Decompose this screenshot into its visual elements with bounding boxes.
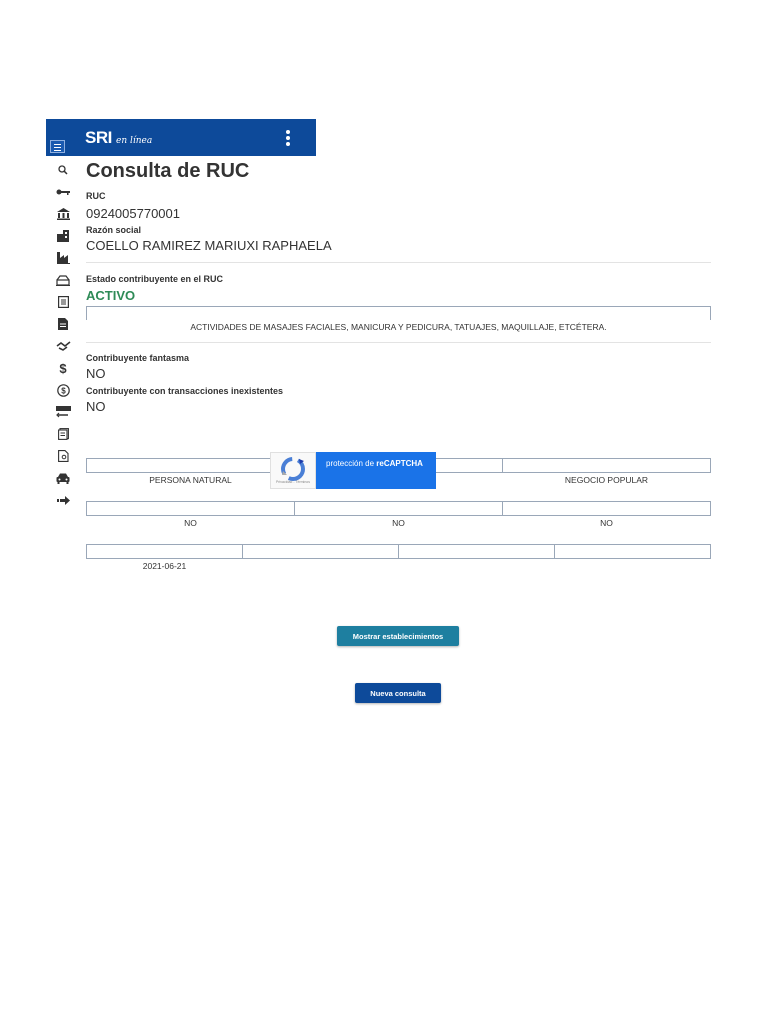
contribuyente-especial-value: NO — [600, 518, 613, 528]
bank-icon[interactable] — [55, 207, 71, 221]
fecha-inicio-value: 2021-06-21 — [142, 561, 187, 571]
ruc-label: RUC — [86, 191, 106, 201]
hamburger-menu-icon[interactable] — [50, 140, 65, 153]
recaptcha-panel[interactable]: protección de reCAPTCHA — [316, 452, 436, 489]
table-cell — [86, 458, 295, 473]
fantasma-label: Contribuyente fantasma — [86, 353, 190, 363]
arrow-right-icon[interactable] — [55, 493, 71, 507]
buildings-icon[interactable] — [55, 229, 71, 243]
money-transfer-icon[interactable] — [55, 405, 71, 419]
agente-retencion-value: NO — [392, 518, 405, 528]
svg-text:$: $ — [61, 386, 66, 395]
razon-social-label: Razón social — [86, 225, 142, 235]
file-search-icon[interactable] — [55, 449, 71, 463]
search-icon[interactable] — [55, 163, 71, 177]
table-cell — [294, 501, 503, 516]
recaptcha-logo[interactable]: Privacidad - Términos — [270, 452, 316, 489]
obligado-contabilidad-value: NO — [184, 518, 197, 528]
table-cell — [502, 501, 711, 516]
actividad-text: ACTIVIDADES DE MASAJES FACIALES, MANICUR… — [190, 322, 607, 332]
recaptcha-brand: reCAPTCHA — [376, 459, 423, 468]
key-icon[interactable] — [55, 185, 71, 199]
regimen-value: NEGOCIO POPULAR — [564, 475, 649, 485]
recaptcha-text: protección de reCAPTCHA — [326, 459, 423, 468]
handshake-icon[interactable] — [55, 339, 71, 353]
coin-icon[interactable]: $ — [55, 383, 71, 397]
document-list-icon[interactable] — [55, 295, 71, 309]
estado-value: ACTIVO — [86, 288, 136, 303]
nueva-consulta-button[interactable]: Nueva consulta — [355, 683, 441, 703]
table-cell — [86, 544, 243, 559]
divider — [86, 262, 711, 263]
inbox-icon[interactable] — [55, 273, 71, 287]
factory-icon[interactable] — [55, 251, 71, 265]
actividad-box — [86, 306, 711, 320]
table-cell — [86, 501, 295, 516]
mostrar-establecimientos-button[interactable]: Mostrar establecimientos — [337, 626, 459, 646]
table-cell — [502, 458, 711, 473]
top-bar: SRI en línea — [46, 119, 316, 156]
inexistentes-label: Contribuyente con transacciones inexiste… — [86, 386, 284, 396]
recaptcha-small-text: Privacidad - Términos — [276, 480, 310, 484]
fantasma-value: NO — [86, 366, 106, 381]
estado-label: Estado contribuyente en el RUC — [86, 274, 224, 284]
inexistentes-value: NO — [86, 399, 106, 414]
table-cell — [554, 544, 711, 559]
razon-social-value: COELLO RAMIREZ MARIUXI RAPHAELA — [86, 238, 332, 253]
page-title: Consulta de RUC — [86, 160, 250, 182]
document-icon[interactable] — [55, 317, 71, 331]
recaptcha-text-prefix: protección de — [326, 459, 377, 468]
table-cell — [398, 544, 555, 559]
table-cell — [242, 544, 399, 559]
car-icon[interactable] — [55, 471, 71, 485]
tipo-contribuyente-value: PERSONA NATURAL — [149, 475, 232, 485]
ruc-value: 0924005770001 — [86, 206, 180, 221]
more-options-icon[interactable] — [286, 130, 292, 148]
sidebar: $ $ — [46, 156, 78, 516]
logo-subtext: en línea — [116, 136, 153, 146]
forms-icon[interactable] — [55, 427, 71, 441]
sri-logo[interactable]: SRI — [85, 128, 112, 148]
divider — [86, 342, 711, 343]
dollar-icon[interactable]: $ — [55, 361, 71, 376]
